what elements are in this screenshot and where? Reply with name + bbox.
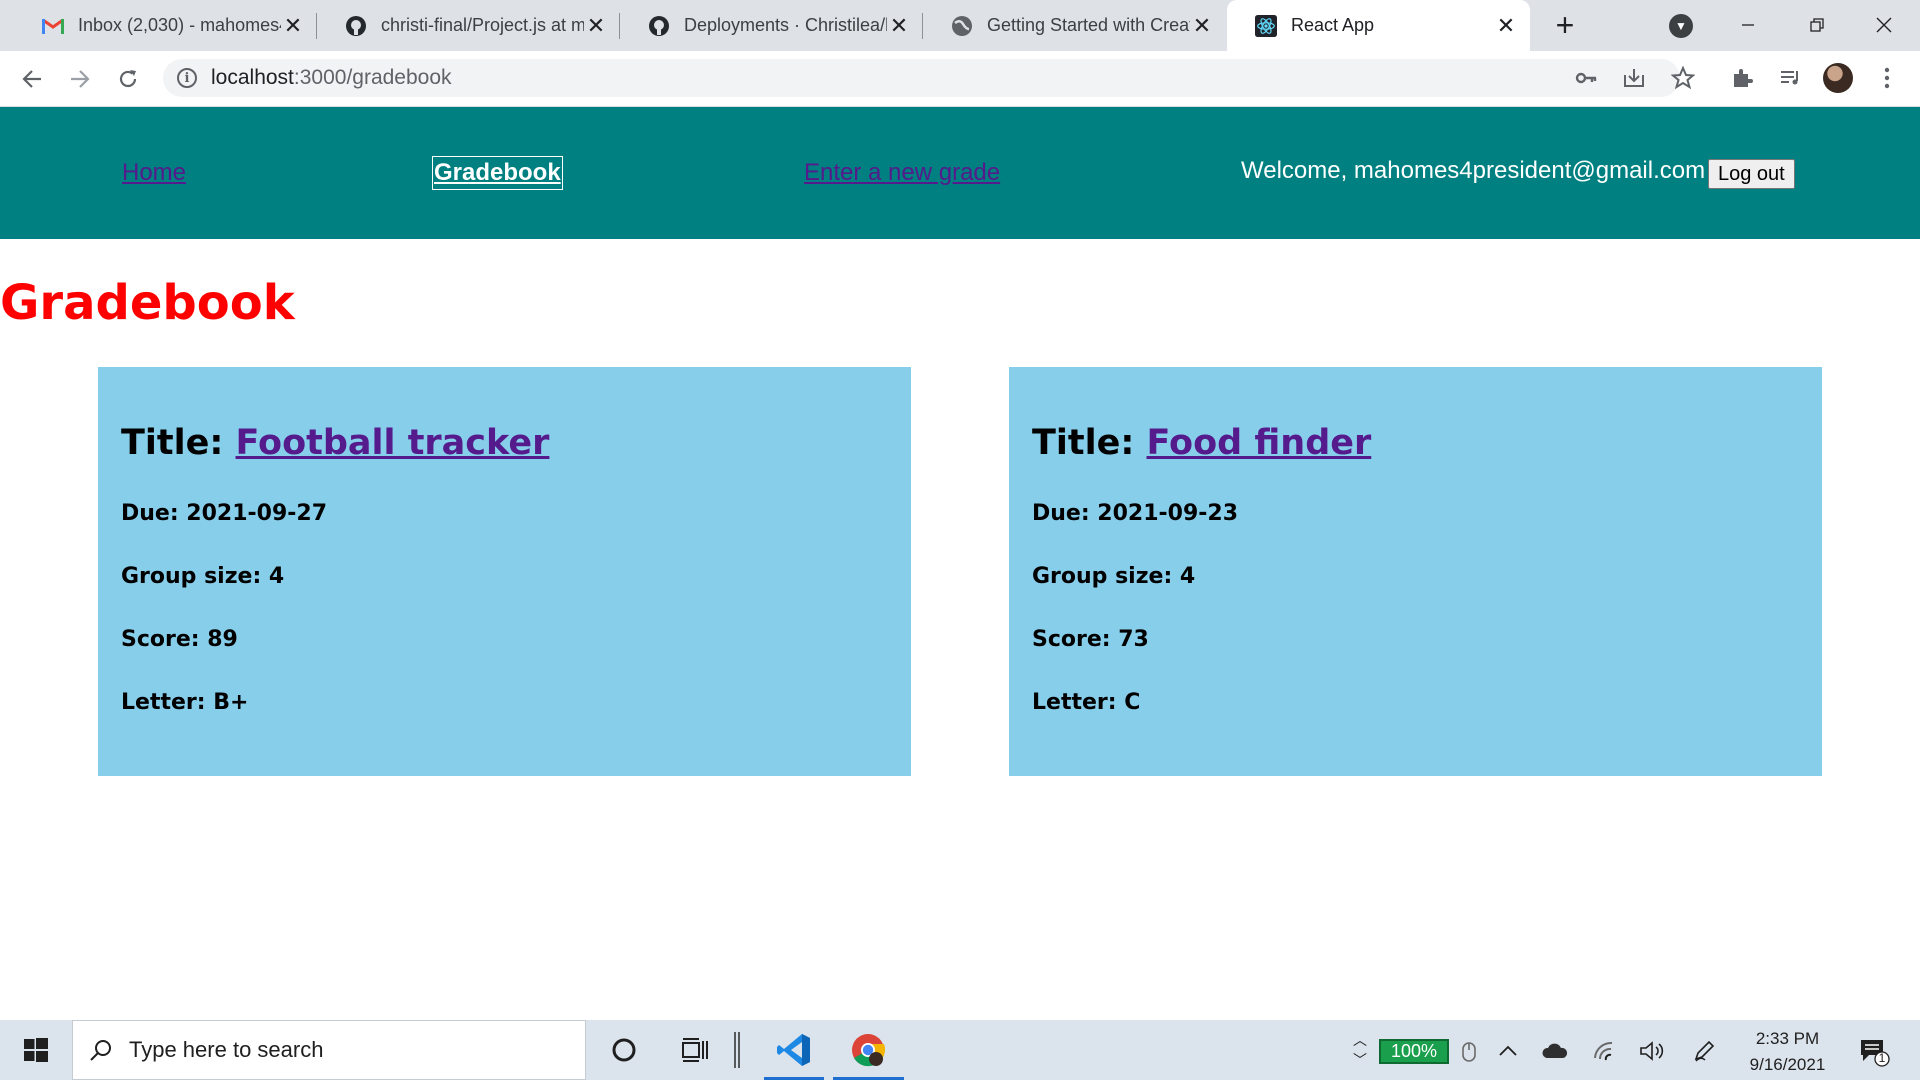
- tab-title: christi-final/Project.js at m: [381, 15, 584, 35]
- new-tab-button[interactable]: +: [1548, 8, 1582, 42]
- nav-home-link[interactable]: Home: [122, 159, 186, 187]
- clock-time: 2:33 PM: [1755, 1029, 1820, 1048]
- bookmark-star-icon[interactable]: [1668, 63, 1698, 93]
- project-title-link[interactable]: Food finder: [1147, 423, 1372, 463]
- github-icon: [648, 15, 670, 37]
- nav-new-grade-link[interactable]: Enter a new grade: [804, 159, 1000, 187]
- task-view-icon[interactable]: [673, 1030, 717, 1070]
- search-icon: [89, 1038, 113, 1062]
- card-due-date: Due: 2021-09-27: [121, 501, 328, 526]
- vscode-icon[interactable]: [770, 1030, 818, 1070]
- globe-icon: [951, 15, 973, 37]
- react-icon: [1255, 14, 1277, 37]
- card-group-size: Group size: 4: [1032, 564, 1196, 589]
- chevron-up-icon[interactable]: [1494, 1037, 1522, 1065]
- tab-title: Getting Started with Creat: [987, 15, 1190, 35]
- tab-react-app[interactable]: React App ✕: [1227, 0, 1530, 51]
- more-menu-icon[interactable]: [1872, 63, 1902, 93]
- close-tab-icon[interactable]: ✕: [281, 13, 305, 38]
- github-icon: [345, 15, 367, 37]
- welcome-message: Welcome, mahomes4president@gmail.com: [1241, 157, 1706, 184]
- reload-icon[interactable]: [112, 63, 144, 95]
- mouse-icon[interactable]: [1455, 1037, 1483, 1065]
- tab-strip: Inbox (2,030) - mahomes4 ✕ christi-final…: [0, 0, 1920, 51]
- tab-github-deployments[interactable]: Deployments · Christilea/b ✕: [620, 0, 923, 51]
- close-tab-icon[interactable]: ✕: [887, 13, 911, 38]
- browser-toolbar: i localhost:3000/gradebook: [0, 51, 1920, 107]
- pen-icon[interactable]: [1690, 1037, 1718, 1065]
- grade-card: Title: Food finder Due: 2021-09-23 Group…: [1009, 367, 1822, 776]
- chrome-icon[interactable]: [844, 1030, 892, 1070]
- notification-center-icon[interactable]: 1: [1858, 1036, 1890, 1068]
- install-app-icon[interactable]: [1619, 63, 1649, 93]
- site-info-icon[interactable]: i: [177, 68, 197, 88]
- logout-button[interactable]: Log out: [1708, 159, 1795, 189]
- tab-title: Inbox (2,030) - mahomes4: [78, 15, 281, 35]
- card-score: Score: 73: [1032, 627, 1149, 652]
- forward-arrow-icon[interactable]: [64, 63, 96, 95]
- card-title-heading: Title: Football tracker: [121, 423, 888, 463]
- search-placeholder: Type here to search: [129, 1037, 324, 1062]
- card-title-label: Title:: [1032, 423, 1135, 463]
- project-title-link[interactable]: Football tracker: [236, 423, 550, 463]
- close-tab-icon[interactable]: ✕: [1494, 13, 1518, 38]
- notification-count: 1: [1878, 1051, 1886, 1065]
- nav-gradebook-link[interactable]: Gradebook: [432, 156, 563, 190]
- volume-icon[interactable]: [1638, 1037, 1666, 1065]
- tray-scroll-arrows-icon[interactable]: ︿ ﹀: [1346, 1024, 1374, 1076]
- card-letter-grade: Letter: B+: [121, 690, 249, 715]
- gmail-icon: [42, 15, 64, 37]
- taskbar-divider: [722, 1030, 752, 1070]
- cortana-icon[interactable]: [602, 1030, 646, 1070]
- media-queue-icon[interactable]: [1775, 63, 1805, 93]
- restore-icon[interactable]: [1797, 8, 1837, 42]
- card-letter-grade: Letter: C: [1032, 690, 1141, 715]
- wifi-icon[interactable]: [1590, 1037, 1618, 1065]
- url-path: :3000/gradebook: [293, 66, 452, 89]
- battery-indicator[interactable]: 100%: [1379, 1039, 1449, 1064]
- grade-card: Title: Football tracker Due: 2021-09-27 …: [98, 367, 911, 776]
- key-icon[interactable]: [1571, 63, 1601, 93]
- tab-title: Deployments · Christilea/b: [684, 15, 887, 35]
- card-score: Score: 89: [121, 627, 238, 652]
- close-tab-icon[interactable]: ✕: [1190, 13, 1214, 38]
- minimize-icon[interactable]: [1728, 8, 1768, 42]
- page-title: Gradebook: [0, 275, 295, 331]
- profile-avatar[interactable]: [1823, 63, 1853, 93]
- tab-getting-started[interactable]: Getting Started with Creat ✕: [923, 0, 1226, 51]
- windows-start-icon[interactable]: [0, 1020, 72, 1080]
- taskbar-search-box[interactable]: Type here to search: [72, 1020, 586, 1080]
- clock-date: 9/16/2021: [1749, 1055, 1826, 1074]
- onedrive-cloud-icon[interactable]: [1541, 1037, 1569, 1065]
- card-title-label: Title:: [121, 423, 224, 463]
- taskbar-clock[interactable]: 2:33 PM 9/16/2021: [1740, 1026, 1835, 1078]
- tab-gmail[interactable]: Inbox (2,030) - mahomes4 ✕: [14, 0, 317, 51]
- extensions-icon[interactable]: [1727, 63, 1757, 93]
- card-group-size: Group size: 4: [121, 564, 285, 589]
- tab-title: React App: [1291, 15, 1375, 35]
- back-arrow-icon[interactable]: [16, 63, 48, 95]
- close-window-icon[interactable]: [1864, 8, 1904, 42]
- card-title-heading: Title: Food finder: [1032, 423, 1799, 463]
- close-tab-icon[interactable]: ✕: [584, 13, 608, 38]
- tab-search-icon[interactable]: ▼: [1669, 14, 1693, 38]
- address-bar[interactable]: i localhost:3000/gradebook: [163, 59, 1680, 97]
- card-due-date: Due: 2021-09-23: [1032, 501, 1239, 526]
- windows-taskbar: Type here to search ︿ ﹀ 100% 2:33 PM 9/16…: [0, 1020, 1920, 1080]
- tab-github-project[interactable]: christi-final/Project.js at m ✕: [317, 0, 620, 51]
- url-host: localhost: [211, 66, 294, 89]
- app-navbar: Home Gradebook Enter a new grade Welcome…: [0, 107, 1920, 239]
